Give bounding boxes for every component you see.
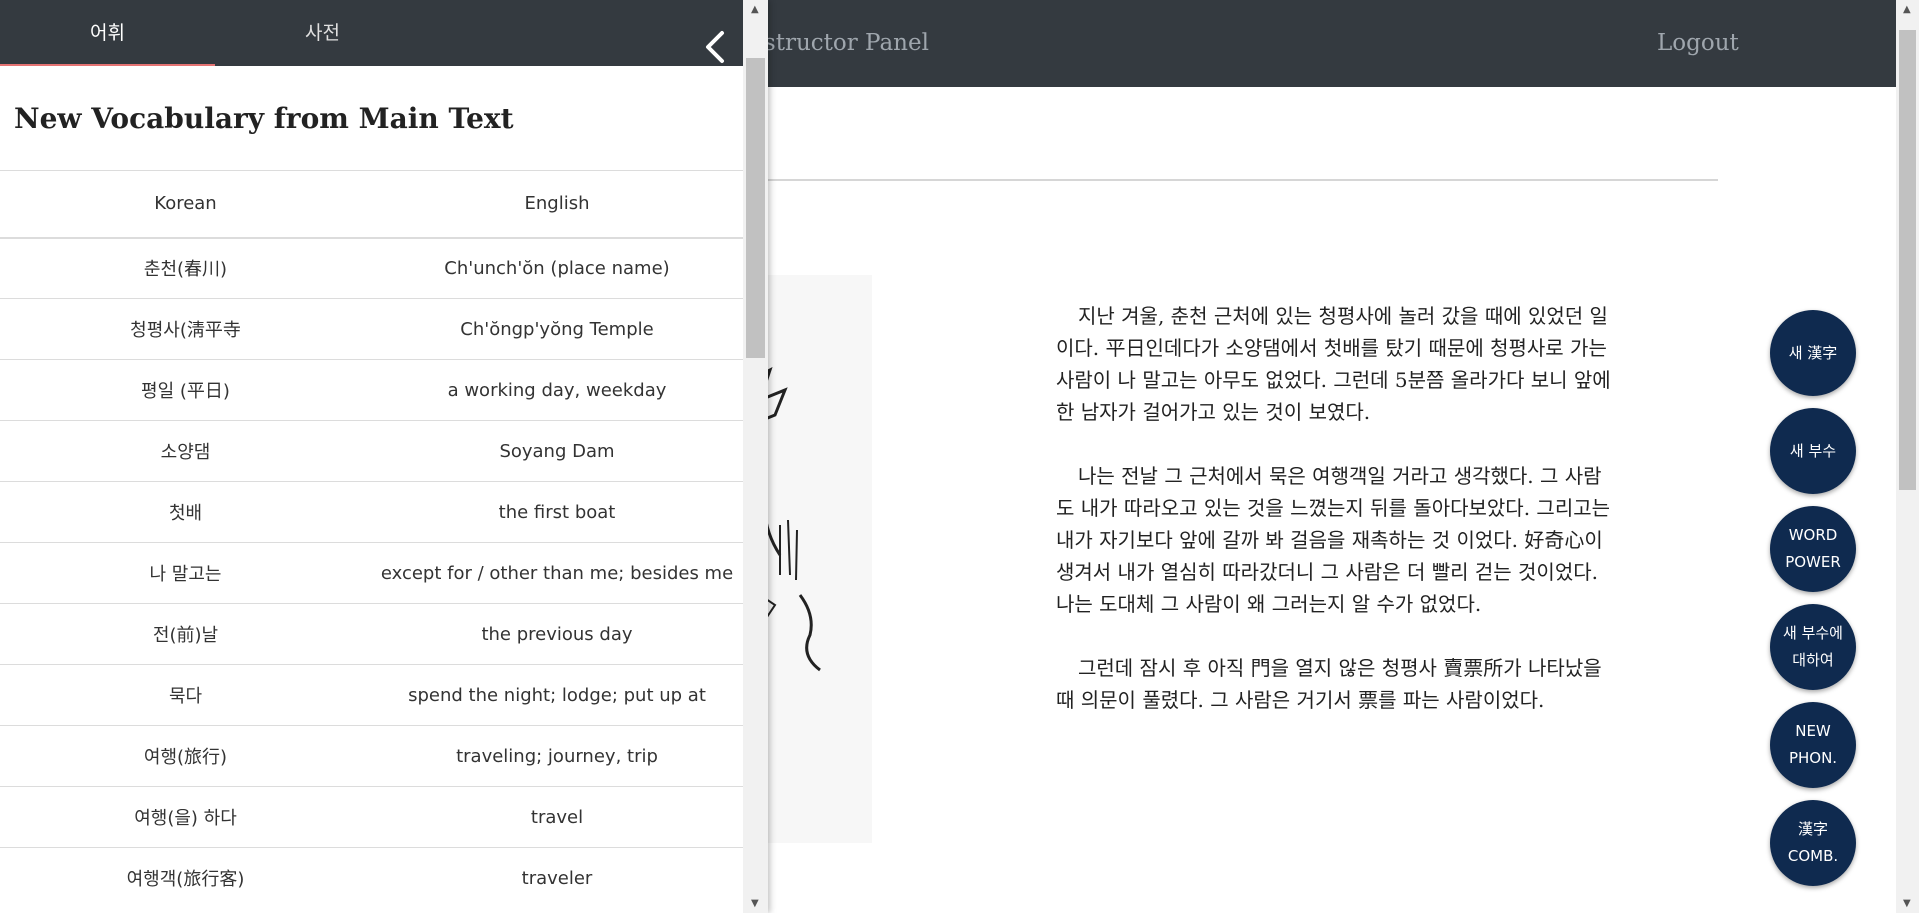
- english-cell: a working day, weekday: [371, 359, 743, 421]
- korean-cell: 평일 (平日): [0, 359, 371, 421]
- scroll-up-icon[interactable]: ▲: [1903, 4, 1911, 15]
- tab-vocabulary[interactable]: 어휘: [0, 0, 215, 66]
- scroll-down-icon[interactable]: ▼: [1903, 898, 1911, 909]
- korean-cell: 전(前)날: [0, 603, 371, 665]
- table-row: 여행(旅行) traveling; journey, trip: [0, 725, 743, 787]
- logout-link[interactable]: Logout: [1657, 30, 1739, 56]
- scroll-down-icon[interactable]: ▼: [751, 898, 759, 909]
- new-phonetic-button[interactable]: NEW PHON.: [1770, 702, 1856, 788]
- table-header-row: Korean English: [0, 170, 743, 239]
- floating-action-buttons: 새 漢字 새 부수 WORD POWER 새 부수에 대하여 NEW PHON. 漢字…: [1770, 310, 1856, 898]
- hanja-combination-button[interactable]: 漢字 COMB.: [1770, 800, 1856, 886]
- main-text: 지난 겨울, 춘천 근처에 있는 청평사에 놀러 갔을 때에 있었던 일이다. …: [1056, 300, 1616, 748]
- korean-cell: 소양댐: [0, 420, 371, 482]
- english-cell: Soyang Dam: [371, 420, 743, 482]
- table-row: 나 말고는 except for / other than me; besides…: [0, 542, 743, 604]
- word-power-button[interactable]: WORD POWER: [1770, 506, 1856, 592]
- english-cell: traveling; journey, trip: [371, 725, 743, 787]
- table-row: 청평사(淸平寺 Ch'ŏngp'yŏng Temple: [0, 298, 743, 360]
- table-row: 소양댐 Soyang Dam: [0, 420, 743, 482]
- drawer-tab-bar: 어휘 사전: [0, 0, 743, 66]
- korean-cell: 춘천(春川): [0, 237, 371, 299]
- about-radical-button[interactable]: 새 부수에 대하여: [1770, 604, 1856, 690]
- column-header-korean: Korean: [0, 170, 371, 239]
- english-cell: spend the night; lodge; put up at: [371, 664, 743, 726]
- table-row: 춘천(春川) Ch'unch'ŏn (place name): [0, 237, 743, 299]
- tab-dictionary[interactable]: 사전: [215, 0, 430, 66]
- english-cell: except for / other than me; besides me: [371, 542, 743, 604]
- table-row: 묵다 spend the night; lodge; put up at: [0, 664, 743, 726]
- drawer-content: New Vocabulary from Main Text Korean Eng…: [0, 66, 743, 913]
- table-row: 전(前)날 the previous day: [0, 603, 743, 665]
- vocabulary-table: Korean English 춘천(春川) Ch'unch'ŏn (place n…: [0, 170, 743, 909]
- vocabulary-title: New Vocabulary from Main Text: [14, 102, 514, 135]
- korean-cell: 여행(旅行): [0, 725, 371, 787]
- drawer-scroll-thumb[interactable]: [746, 58, 765, 358]
- korean-cell: 여행(을) 하다: [0, 786, 371, 848]
- korean-cell: 여행객(旅行客): [0, 847, 371, 909]
- korean-cell: 묵다: [0, 664, 371, 726]
- korean-cell: 첫배: [0, 481, 371, 543]
- korean-cell: 청평사(淸平寺: [0, 298, 371, 360]
- table-row: 여행객(旅行客) traveler: [0, 847, 743, 909]
- table-row: 평일 (平日) a working day, weekday: [0, 359, 743, 421]
- table-row: 여행(을) 하다 travel: [0, 786, 743, 848]
- page-scrollbar[interactable]: ▲ ▼: [1896, 0, 1919, 913]
- column-header-english: English: [371, 170, 743, 239]
- korean-cell: 나 말고는: [0, 542, 371, 604]
- english-cell: traveler: [371, 847, 743, 909]
- english-cell: the first boat: [371, 481, 743, 543]
- table-row: 첫배 the first boat: [0, 481, 743, 543]
- story-paragraph: 지난 겨울, 춘천 근처에 있는 청평사에 놀러 갔을 때에 있었던 일이다. …: [1056, 304, 1611, 424]
- instructor-panel-link[interactable]: Instructor Panel: [740, 30, 929, 56]
- english-cell: travel: [371, 786, 743, 848]
- vocabulary-drawer: 어휘 사전 New Vocabulary from Main Text Kore…: [0, 0, 768, 913]
- divider: [740, 179, 1718, 181]
- english-cell: Ch'unch'ŏn (place name): [371, 237, 743, 299]
- page-scroll-thumb[interactable]: [1899, 30, 1916, 490]
- scroll-up-icon[interactable]: ▲: [751, 4, 759, 15]
- new-radical-button[interactable]: 새 부수: [1770, 408, 1856, 494]
- english-cell: the previous day: [371, 603, 743, 665]
- english-cell: Ch'ŏngp'yŏng Temple: [371, 298, 743, 360]
- story-paragraph: 나는 전날 그 근처에서 묵은 여행객일 거라고 생각했다. 그 사람도 내가 …: [1056, 464, 1611, 616]
- chevron-left-icon: [706, 31, 724, 63]
- close-drawer-button[interactable]: [700, 30, 730, 64]
- story-paragraph: 그런데 잠시 후 아직 門을 열지 않은 청평사 賣票所가 나타났을 때 의문이…: [1056, 656, 1602, 712]
- new-hanja-button[interactable]: 새 漢字: [1770, 310, 1856, 396]
- drawer-scrollbar[interactable]: ▲ ▼: [743, 0, 768, 913]
